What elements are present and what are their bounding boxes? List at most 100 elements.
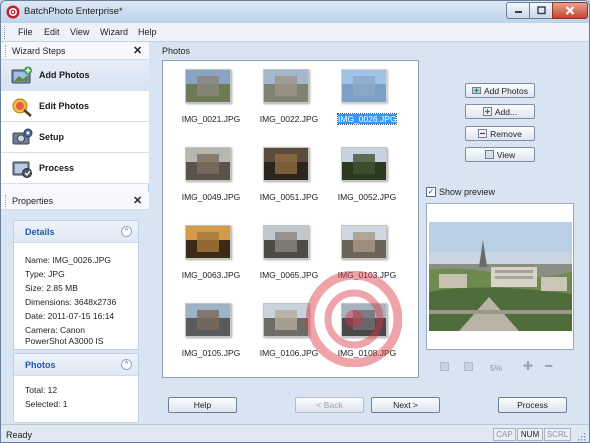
panel-grip bbox=[5, 45, 6, 57]
photos-summary-title: Photos bbox=[25, 360, 56, 370]
photo-item[interactable]: IMG_0108.JPG bbox=[328, 295, 406, 365]
fit-view-icon[interactable] bbox=[440, 362, 449, 371]
details-card-header[interactable]: Details ^ bbox=[14, 221, 138, 243]
wizard-step-setup[interactable]: Setup bbox=[1, 122, 149, 153]
add-button[interactable]: Add... bbox=[465, 104, 535, 119]
panel-grip bbox=[5, 195, 6, 207]
view-icon bbox=[484, 150, 494, 159]
collapse-chevron-icon[interactable]: ^ bbox=[121, 359, 132, 370]
close-icon bbox=[565, 6, 575, 15]
properties-header: Properties ✕ bbox=[1, 192, 149, 210]
photo-item[interactable]: IMG_0021.JPG bbox=[172, 61, 250, 131]
thumbnail-subject bbox=[353, 76, 375, 96]
wizard-steps-header: Wizard Steps ✕ bbox=[1, 42, 149, 60]
help-button[interactable]: Help bbox=[168, 397, 237, 413]
detail-camera-model: PowerShot A3000 IS bbox=[25, 336, 104, 346]
photo-filename: IMG_0103.JPG bbox=[337, 270, 397, 280]
photo-item[interactable]: IMG_0065.JPG bbox=[250, 217, 328, 287]
details-card: Details ^ Name: IMG_0026.JPG Type: JPG S… bbox=[13, 220, 139, 350]
view-label: View bbox=[496, 149, 516, 160]
close-panel-icon[interactable]: ✕ bbox=[133, 194, 142, 207]
next-button[interactable]: Next > bbox=[371, 397, 440, 413]
photo-filename: IMG_0021.JPG bbox=[181, 114, 241, 124]
menu-edit[interactable]: Edit bbox=[44, 27, 60, 37]
add-icon bbox=[482, 107, 492, 116]
photo-thumbnail bbox=[341, 147, 387, 181]
add-label: Add... bbox=[494, 106, 518, 117]
photos-total: Total: 12 bbox=[25, 385, 58, 395]
sidebar: Wizard Steps ✕ Add Photos Edit Photos Se… bbox=[1, 42, 149, 424]
remove-button[interactable]: Remove bbox=[465, 126, 535, 141]
menu-file[interactable]: File bbox=[18, 27, 33, 37]
zoom-out-icon[interactable]: ━ bbox=[545, 359, 552, 373]
actual-size-icon[interactable] bbox=[464, 362, 473, 371]
photos-card-header[interactable]: Photos ^ bbox=[14, 354, 138, 376]
photo-filename: IMG_0063.JPG bbox=[181, 270, 241, 280]
photo-item[interactable]: IMG_0105.JPG bbox=[172, 295, 250, 365]
wizard-step-label: Setup bbox=[39, 132, 65, 142]
details-title: Details bbox=[25, 227, 55, 237]
photo-thumbnail bbox=[185, 69, 231, 103]
num-lock-indicator: NUM bbox=[517, 428, 543, 441]
add-photos-icon bbox=[11, 66, 32, 84]
add-photos-button[interactable]: Add Photos bbox=[465, 83, 535, 98]
remove-label: Remove bbox=[490, 128, 522, 139]
photo-item[interactable]: IMG_0022.JPG bbox=[250, 61, 328, 131]
add-photos-icon bbox=[472, 87, 481, 94]
detail-camera: Camera: Canon bbox=[25, 325, 86, 335]
process-button[interactable]: Process bbox=[498, 397, 567, 413]
photo-filename: IMG_0026.JPG bbox=[337, 113, 397, 125]
wizard-step-process[interactable]: Process bbox=[1, 153, 149, 184]
close-window-button[interactable] bbox=[552, 2, 588, 19]
photo-thumbnail bbox=[185, 303, 231, 337]
photo-thumbnail bbox=[263, 69, 309, 103]
photo-filename: IMG_0052.JPG bbox=[337, 192, 397, 202]
app-window: BatchPhoto Enterprise* File Edit View Wi… bbox=[0, 0, 590, 443]
remove-icon bbox=[478, 129, 488, 138]
photo-list[interactable]: IMG_0021.JPG IMG_0022.JPG IMG_0026.JPG IMG_… bbox=[162, 60, 419, 378]
photo-thumbnail bbox=[185, 147, 231, 181]
photo-filename: IMG_0105.JPG bbox=[181, 348, 241, 358]
wizard-step-label: Add Photos bbox=[39, 70, 90, 80]
process-icon bbox=[12, 161, 32, 178]
photo-item[interactable]: IMG_0052.JPG bbox=[328, 139, 406, 209]
back-button[interactable]: < Back bbox=[295, 397, 364, 413]
photos-summary-card: Photos ^ Total: 12 Selected: 1 bbox=[13, 353, 139, 423]
menu-help[interactable]: Help bbox=[138, 27, 157, 37]
thumbnail-subject bbox=[197, 232, 219, 252]
wizard-step-edit-photos[interactable]: Edit Photos bbox=[1, 91, 149, 122]
edit-photos-icon bbox=[12, 98, 32, 117]
thumbnail-subject bbox=[353, 232, 375, 252]
photo-item[interactable]: IMG_0063.JPG bbox=[172, 217, 250, 287]
menu-wizard[interactable]: Wizard bbox=[100, 27, 128, 37]
photo-filename: IMG_0106.JPG bbox=[259, 348, 319, 358]
show-preview-checkbox[interactable]: ✓ bbox=[426, 187, 436, 197]
photo-filename: IMG_0065.JPG bbox=[259, 270, 319, 280]
menu-view[interactable]: View bbox=[70, 27, 89, 37]
photo-filename: IMG_0049.JPG bbox=[181, 192, 241, 202]
photo-item[interactable]: IMG_0049.JPG bbox=[172, 139, 250, 209]
close-panel-icon[interactable]: ✕ bbox=[133, 44, 142, 57]
maximize-button[interactable] bbox=[529, 2, 553, 19]
wizard-step-add-photos[interactable]: Add Photos bbox=[1, 60, 149, 91]
resize-grip-icon[interactable] bbox=[576, 431, 586, 441]
photo-item[interactable]: IMG_0103.JPG bbox=[328, 217, 406, 287]
collapse-chevron-icon[interactable]: ^ bbox=[121, 226, 132, 237]
thumbnail-subject bbox=[353, 154, 375, 174]
status-text: Ready bbox=[6, 430, 33, 440]
detail-date: Date: 2011-07-15 16:14 bbox=[25, 311, 115, 321]
app-logo-icon bbox=[6, 5, 20, 19]
zoom-in-icon[interactable]: ✚ bbox=[523, 359, 533, 373]
thumbnail-subject bbox=[275, 232, 297, 252]
detail-dimensions: Dimensions: 3648x2736 bbox=[25, 297, 117, 307]
photo-item[interactable]: IMG_0026.JPG bbox=[328, 61, 406, 131]
thumbnail-subject bbox=[275, 154, 297, 174]
show-preview-toggle[interactable]: ✓ Show preview bbox=[426, 187, 495, 197]
view-button[interactable]: View bbox=[465, 147, 535, 162]
minimize-button[interactable] bbox=[506, 2, 530, 19]
photo-item[interactable]: IMG_0051.JPG bbox=[250, 139, 328, 209]
photo-item[interactable]: IMG_0106.JPG bbox=[250, 295, 328, 365]
scroll-lock-indicator: SCRL bbox=[544, 428, 571, 441]
photo-filename: IMG_0108.JPG bbox=[337, 348, 397, 358]
thumbnail-subject bbox=[353, 310, 375, 330]
